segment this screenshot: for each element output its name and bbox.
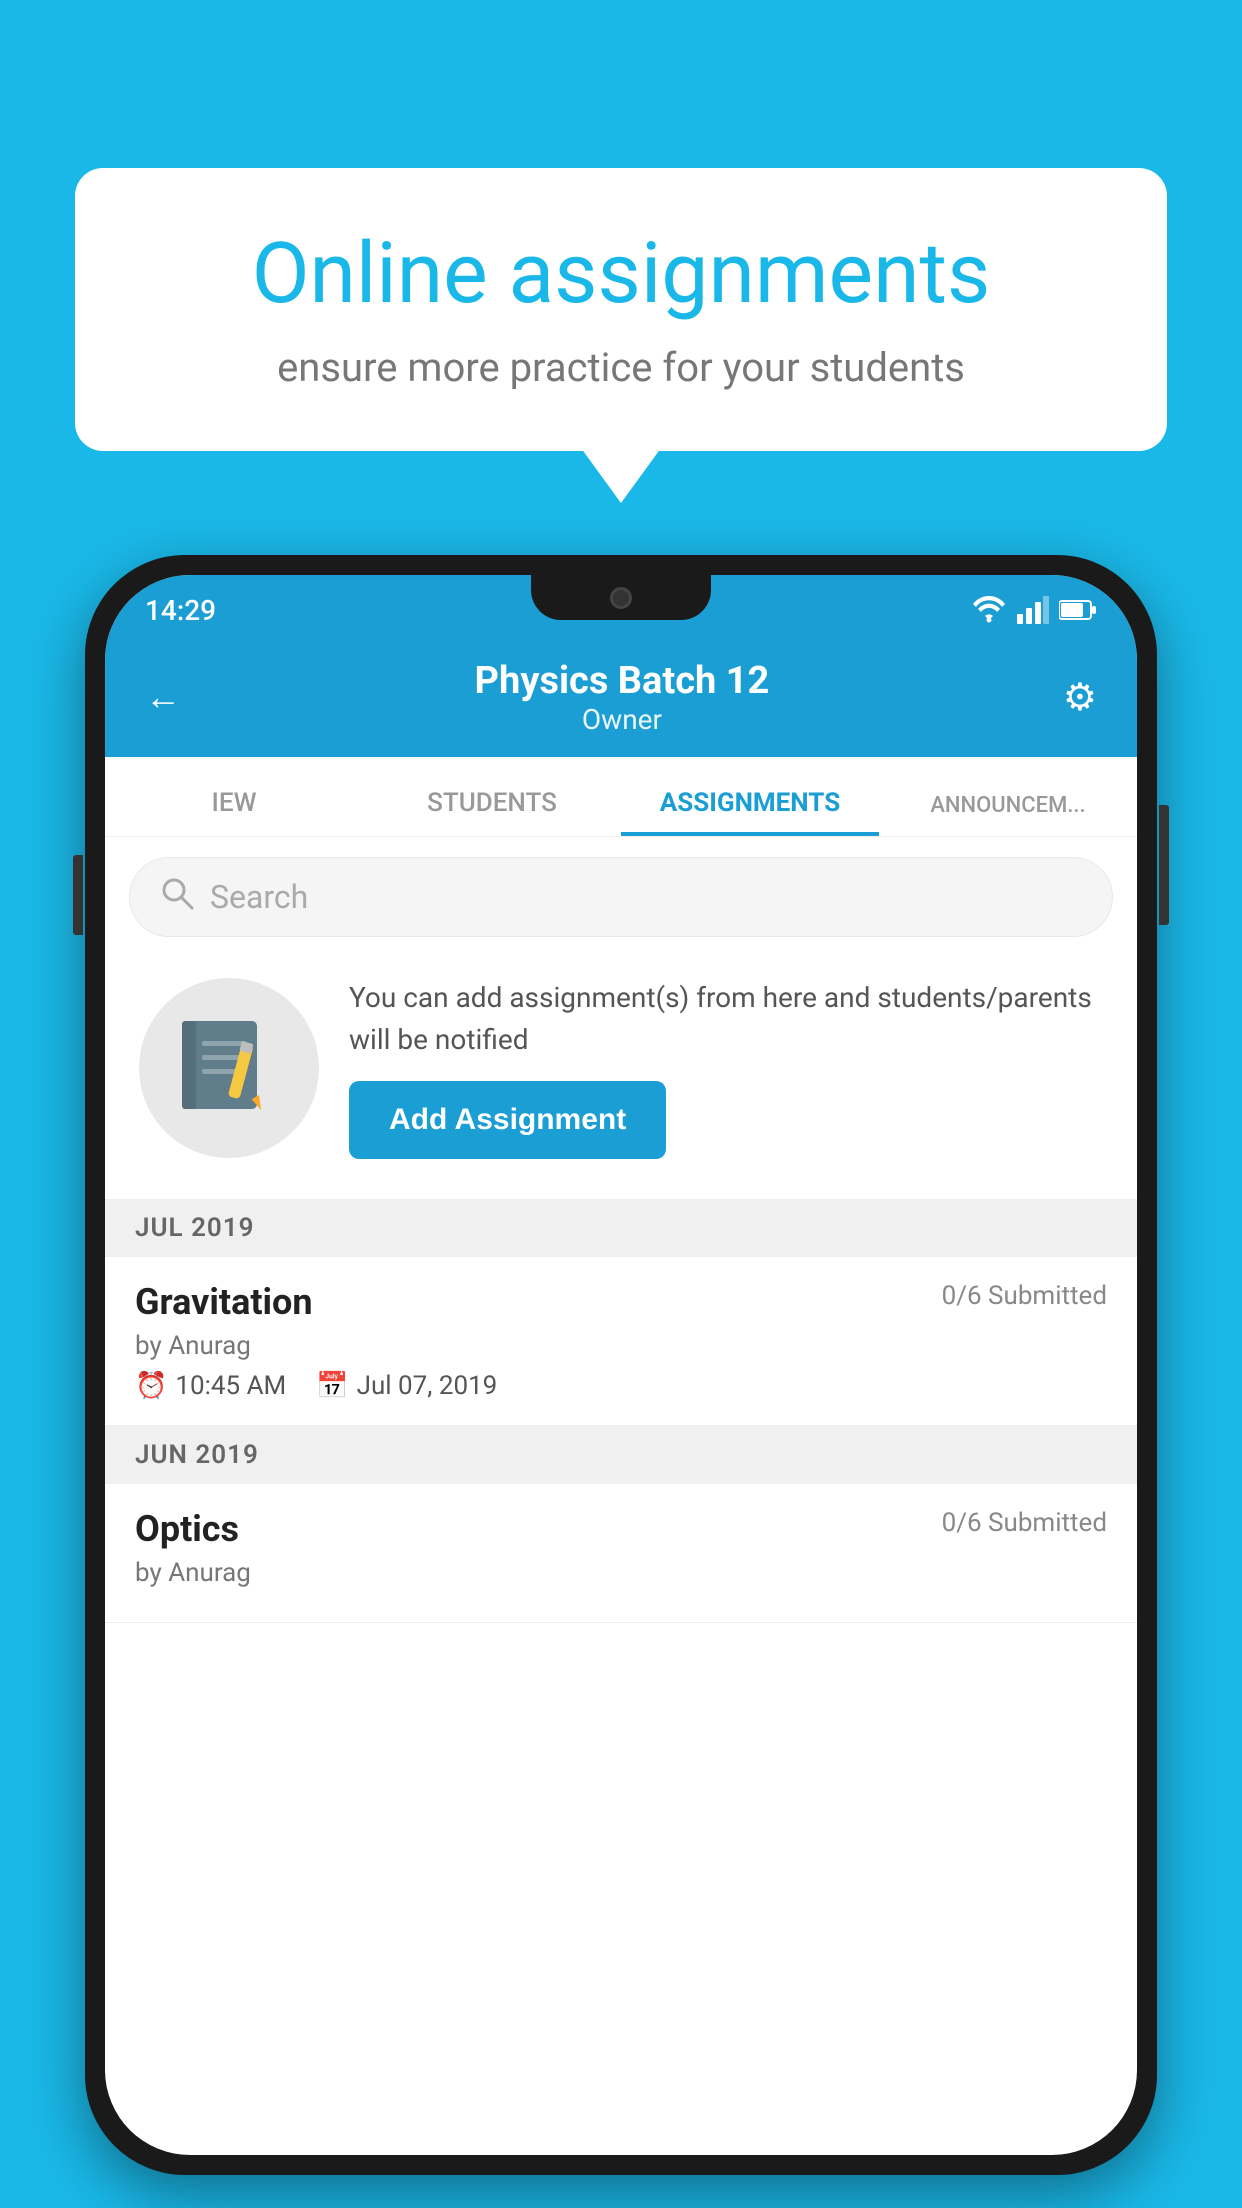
search-bar[interactable]: Search bbox=[129, 857, 1113, 937]
calendar-icon: 📅 bbox=[316, 1371, 348, 1401]
status-time: 14:29 bbox=[145, 594, 216, 627]
meta-time: ⏰ 10:45 AM bbox=[135, 1371, 286, 1401]
volume-button bbox=[73, 855, 83, 935]
phone-notch bbox=[531, 575, 711, 620]
meta-date: 📅 Jul 07, 2019 bbox=[316, 1371, 497, 1401]
assignment-date: Jul 07, 2019 bbox=[357, 1371, 498, 1401]
assignment-item-optics[interactable]: Optics 0/6 Submitted by Anurag bbox=[105, 1484, 1137, 1623]
optics-top: Optics 0/6 Submitted bbox=[135, 1508, 1107, 1550]
content-area: Search bbox=[105, 837, 1137, 1623]
clock-icon: ⏰ bbox=[135, 1371, 167, 1401]
speech-bubble-card: Online assignments ensure more practice … bbox=[75, 168, 1167, 451]
search-icon bbox=[160, 876, 194, 919]
signal-icon bbox=[1017, 596, 1049, 624]
promo-description: You can add assignment(s) from here and … bbox=[349, 977, 1103, 1061]
optics-name: Optics bbox=[135, 1508, 239, 1550]
phone-frame: 14:29 bbox=[85, 555, 1157, 2175]
back-button[interactable]: ← bbox=[145, 676, 181, 718]
assignment-time: 10:45 AM bbox=[175, 1371, 286, 1401]
optics-submitted: 0/6 Submitted bbox=[942, 1508, 1107, 1538]
header-subtitle: Owner bbox=[475, 703, 770, 736]
phone-screen: 14:29 bbox=[105, 575, 1137, 2155]
camera-icon bbox=[610, 587, 632, 609]
assignment-submitted: 0/6 Submitted bbox=[942, 1281, 1107, 1311]
assignment-top: Gravitation 0/6 Submitted bbox=[135, 1281, 1107, 1323]
tab-bar: IEW STUDENTS ASSIGNMENTS ANNOUNCEM... bbox=[105, 757, 1137, 837]
assignment-name: Gravitation bbox=[135, 1281, 313, 1323]
assignment-item-gravitation[interactable]: Gravitation 0/6 Submitted by Anurag ⏰ 10… bbox=[105, 1257, 1137, 1426]
wifi-icon bbox=[971, 596, 1007, 624]
tab-iew[interactable]: IEW bbox=[105, 788, 363, 836]
status-icons bbox=[971, 596, 1097, 624]
notebook-pencil-icon bbox=[174, 1013, 284, 1123]
add-assignment-button[interactable]: Add Assignment bbox=[349, 1081, 666, 1159]
assignment-author: by Anurag bbox=[135, 1331, 1107, 1361]
header-title: Physics Batch 12 bbox=[475, 659, 770, 703]
optics-author: by Anurag bbox=[135, 1558, 1107, 1588]
assignment-meta: ⏰ 10:45 AM 📅 Jul 07, 2019 bbox=[135, 1371, 1107, 1401]
section-header-jul: JUL 2019 bbox=[105, 1199, 1137, 1257]
tab-announcements[interactable]: ANNOUNCEM... bbox=[879, 793, 1137, 836]
section-header-jun: JUN 2019 bbox=[105, 1426, 1137, 1484]
bubble-subtitle: ensure more practice for your students bbox=[145, 344, 1097, 391]
battery-icon bbox=[1059, 599, 1097, 621]
app-header: ← Physics Batch 12 Owner ⚙ bbox=[105, 637, 1137, 757]
promo-icon-circle bbox=[139, 978, 319, 1158]
tab-assignments[interactable]: ASSIGNMENTS bbox=[621, 788, 879, 836]
promo-box: You can add assignment(s) from here and … bbox=[129, 957, 1113, 1179]
tab-students[interactable]: STUDENTS bbox=[363, 788, 621, 836]
promo-right: You can add assignment(s) from here and … bbox=[349, 977, 1103, 1159]
settings-icon[interactable]: ⚙ bbox=[1063, 675, 1097, 720]
power-button bbox=[1159, 805, 1169, 925]
header-center: Physics Batch 12 Owner bbox=[475, 659, 770, 736]
search-input: Search bbox=[210, 878, 308, 916]
bubble-title: Online assignments bbox=[145, 228, 1097, 320]
